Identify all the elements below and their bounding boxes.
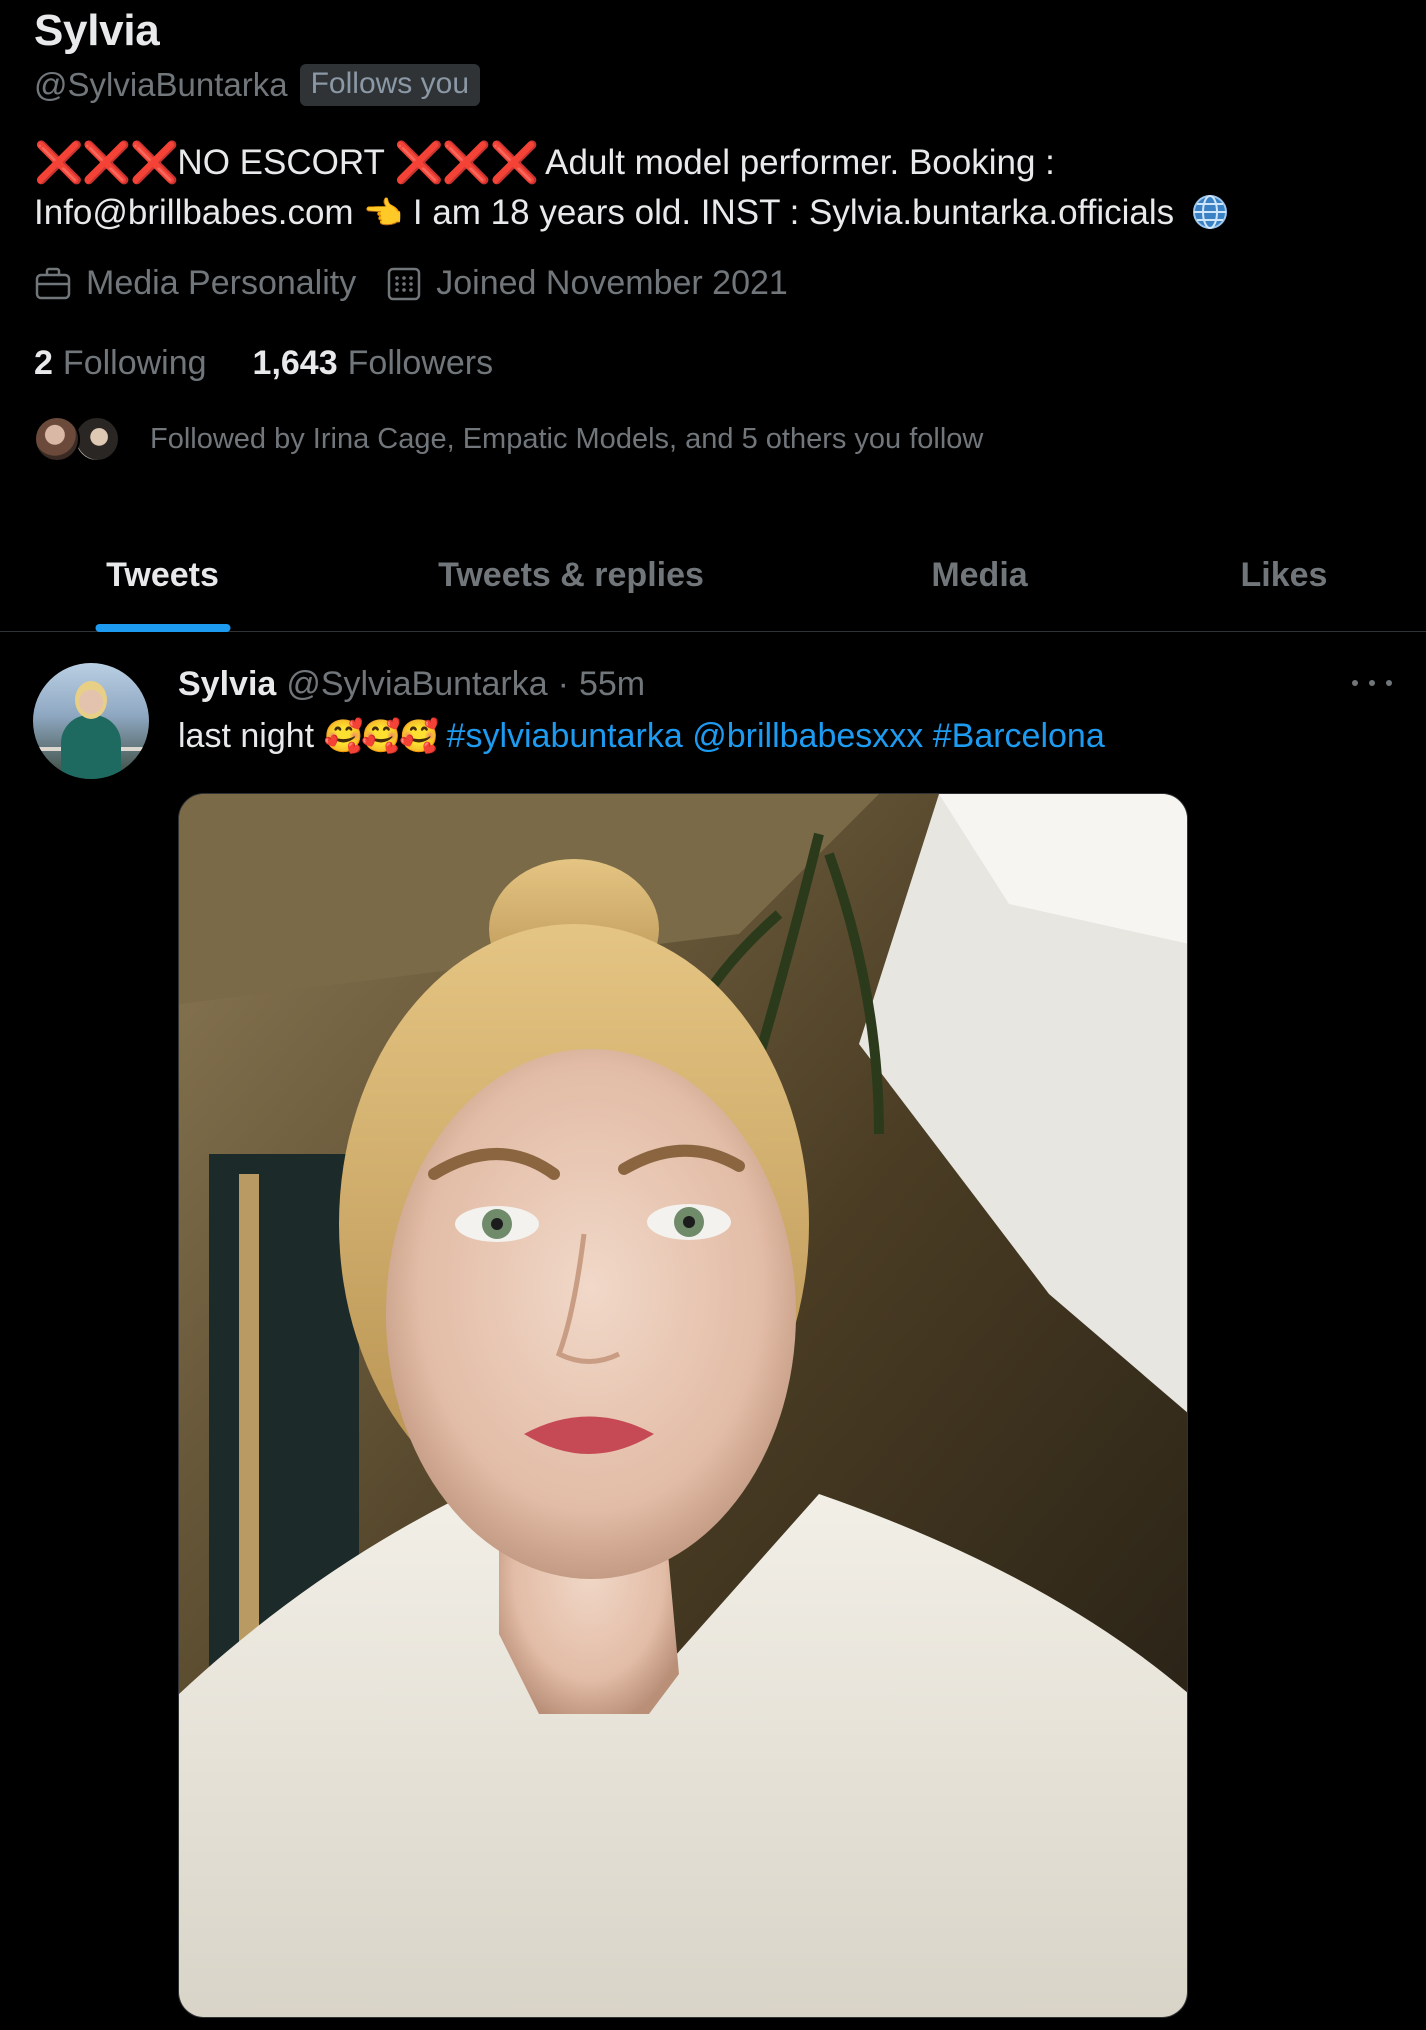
tab-label: Tweets & replies xyxy=(438,556,704,594)
bio-text-1: NO ESCORT xyxy=(177,143,394,182)
cross-marks: ❌❌❌ xyxy=(34,141,179,185)
profile-tabs: Tweets Tweets & replies Media Likes xyxy=(0,520,1426,632)
tweet-timestamp[interactable]: 55m xyxy=(579,665,645,704)
smiling-hearts-emoji: 🥰🥰🥰 xyxy=(323,718,440,754)
profile-handle: @SylviaBuntarka xyxy=(34,66,288,103)
hashtag-link[interactable]: #Barcelona xyxy=(933,717,1105,755)
profile-category: Media Personality xyxy=(34,264,356,303)
profile-page: Sylvia @SylviaBuntarka Follows you ❌❌❌NO… xyxy=(0,0,1426,2030)
hashtag-link[interactable]: #sylviabuntarka xyxy=(447,717,683,755)
globe-icon xyxy=(1190,192,1230,232)
tab-tweets-replies[interactable]: Tweets & replies xyxy=(325,520,817,631)
following-count: 2 xyxy=(34,344,53,382)
profile-meta: Media Personality Joined November 2021 xyxy=(34,264,818,303)
profile-display-name: Sylvia xyxy=(34,6,160,55)
tweet-header: Sylvia @SylviaBuntarka · 55m xyxy=(178,665,645,704)
profile-bio: ❌❌❌NO ESCORT ❌❌❌ Adult model performer. … xyxy=(34,138,1354,238)
bio-text-3: I am 18 years old. INST : Sylvia.buntark… xyxy=(403,193,1175,232)
followed-by-text: Followed by Irina Cage, Empatic Models, … xyxy=(150,422,984,455)
handle-row: @SylviaBuntarka Follows you xyxy=(34,64,481,106)
tweet-photo[interactable] xyxy=(178,793,1188,2018)
follows-you-badge: Follows you xyxy=(299,64,481,106)
tab-likes[interactable]: Likes xyxy=(1142,520,1426,631)
followers-link[interactable]: 1,643 Followers xyxy=(253,344,494,383)
avatar-detail xyxy=(61,715,121,779)
pointing-hand-emoji: 👈 xyxy=(363,195,404,231)
briefcase-icon xyxy=(35,267,71,299)
photo-illustration xyxy=(179,794,1187,2017)
profile-joined: Joined November 2021 xyxy=(386,264,788,303)
tweet[interactable]: Sylvia @SylviaBuntarka · 55m last night … xyxy=(0,633,1426,2030)
tab-tweets[interactable]: Tweets xyxy=(0,520,325,632)
follower-avatars xyxy=(34,416,120,462)
tweet-author-handle[interactable]: @SylviaBuntarka xyxy=(286,665,547,704)
tweet-text: last night 🥰🥰🥰 #sylviabuntarka @brillbab… xyxy=(178,717,1105,756)
avatar xyxy=(74,416,120,462)
avatar-detail xyxy=(75,681,107,719)
tab-label: Likes xyxy=(1240,556,1328,594)
mention-link[interactable]: @brillbabesxxx xyxy=(692,717,923,755)
more-icon[interactable] xyxy=(1352,671,1392,695)
profile-stats: 2 Following 1,643 Followers xyxy=(34,344,539,383)
avatar xyxy=(34,416,80,462)
bio-email: Info@brillbabes.com xyxy=(34,193,354,232)
followers-label: Followers xyxy=(347,344,494,382)
active-tab-indicator xyxy=(95,624,230,632)
following-label: Following xyxy=(62,344,207,382)
tab-label: Tweets xyxy=(106,556,219,594)
calendar-icon xyxy=(388,267,421,300)
tweet-separator: · xyxy=(557,665,569,703)
cross-marks: ❌❌❌ xyxy=(393,141,539,185)
tab-media[interactable]: Media xyxy=(817,520,1142,631)
tweet-body: last night xyxy=(178,717,315,755)
tab-label: Media xyxy=(931,556,1028,594)
followed-by-link[interactable]: Followed by Irina Cage, Empatic Models, … xyxy=(34,416,983,462)
category-label: Media Personality xyxy=(86,264,357,302)
joined-label: Joined November 2021 xyxy=(436,264,788,302)
followers-count: 1,643 xyxy=(252,344,338,382)
bio-text-2: Adult model performer. Booking : xyxy=(537,143,1055,182)
tweet-author-name[interactable]: Sylvia xyxy=(178,665,276,704)
following-link[interactable]: 2 Following xyxy=(34,344,207,383)
avatar[interactable] xyxy=(33,663,149,779)
